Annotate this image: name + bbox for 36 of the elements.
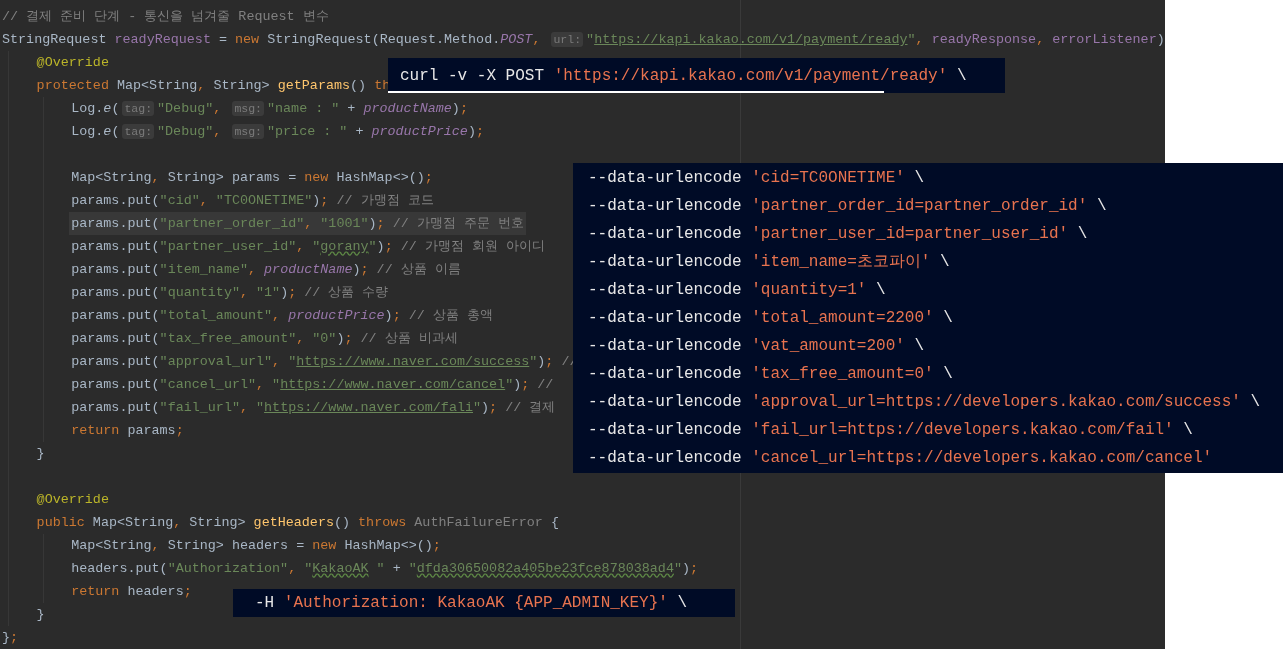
code-line: return params; [70,422,185,440]
code-line: Log.e( tag: "Debug", msg: "price : " + productPrice); [70,123,485,141]
code-line: }; [1,629,20,647]
code-line: params.put("fail_url", "https://www.naver.com/fali"); // 결제 [70,399,557,417]
code-line: params.put("quantity", "1"); // 상품 수량 [70,284,390,302]
command-line: --data-urlencode 'fail_url=https://developers.kakao.com/fail' \ [588,420,1194,441]
command-line: --data-urlencode 'approval_url=https://developers.kakao.com/success' \ [588,392,1262,413]
command-line: -H 'Authorization: KakaoAK {APP_ADMIN_KEY}' \ [255,593,689,614]
code-line: params.put("total_amount", productPrice); // 상품 총액 [70,307,494,325]
command-line: --data-urlencode 'partner_order_id=partner_order_id' \ [588,196,1108,217]
code-line: @Override [35,54,110,72]
command-line: --data-urlencode 'tax_free_amount=0' \ [588,364,954,385]
code-line: } [35,445,46,463]
command-line: --data-urlencode 'cid=TC0ONETIME' \ [588,168,926,189]
command-line: --data-urlencode 'total_amount=2200' \ [588,308,954,329]
code-line: params.put("partner_user_id", "gorany"); // 가맹점 회원 아이디 [70,238,546,256]
code-line: public Map<String, String> getHeaders() throws AuthFailureError { [35,514,560,532]
command-line: --data-urlencode 'quantity=1' \ [588,280,887,301]
command-line: --data-urlencode 'cancel_url=https://developers.kakao.com/cancel' [588,448,1214,469]
code-line: // 결제 준비 단계 - 통신을 넘겨줄 Request 변수 [1,8,330,26]
command-line: --data-urlencode 'item_name=초코파이' \ [588,252,951,273]
code-line: params.put("tax_free_amount", "0"); // 상품 비과세 [70,330,459,348]
code-line: Map<String, String> headers = new HashMap<>(); [70,537,442,555]
code-line: params.put("cancel_url", "https://www.naver.com/cancel"); // [70,376,555,394]
code-line: params.put("item_name", productName); // 상품 이름 [70,261,462,279]
code-line: StringRequest readyRequest = new StringRequest(Request.Method.POST, url: "https://kapi.kakao.com/v1/payment/ready", readyResponse, errorListener) [1,31,1166,49]
code-line: } [35,606,46,624]
command-line: --data-urlencode 'partner_user_id=partner_user_id' \ [588,224,1089,245]
command-line: curl -v -X POST 'https://kapi.kakao.com/v1/payment/ready' \ [400,65,968,87]
code-line: params.put("cid", "TC0ONETIME"); // 가맹점 코드 [70,192,435,210]
code-line: Log.e( tag: "Debug", msg: "name : " + productName); [70,100,469,118]
command-line: --data-urlencode 'vat_amount=200' \ [588,336,926,357]
code-line: headers.put("Authorization", "KakaoAK " + "dfda30650082a405be23fce878038ad4"); [70,560,700,578]
code-line: @Override [35,491,110,509]
code-line: return headers; [70,583,193,601]
code-line: Map<String, String> params = new HashMap<>(); [70,169,434,187]
